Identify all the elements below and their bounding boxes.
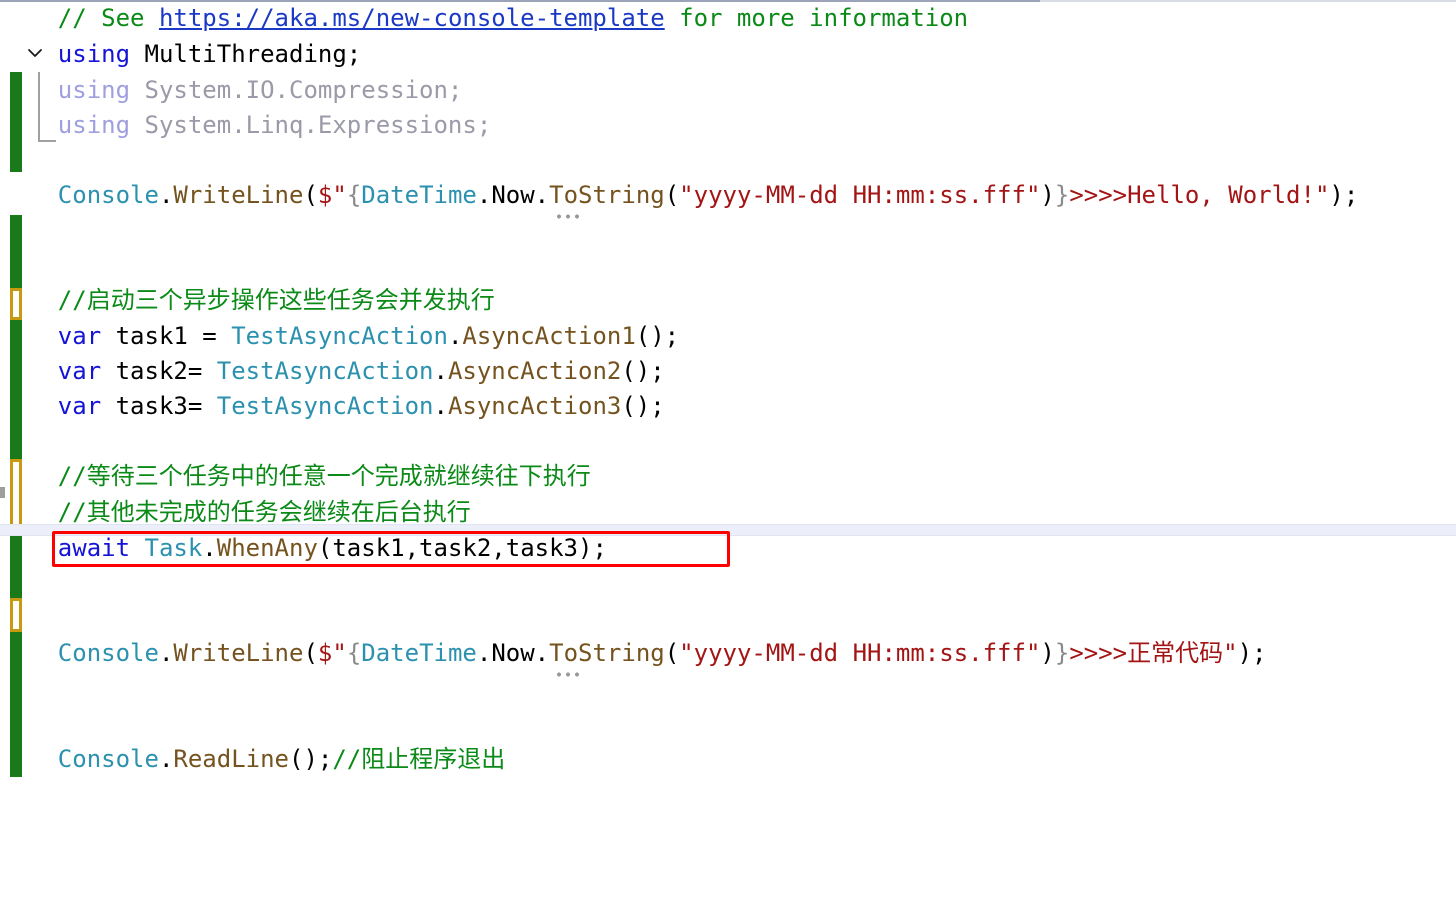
code-token: using (0, 40, 145, 68)
code-token: AsyncAction1 (462, 322, 636, 350)
code-token: // See (0, 4, 159, 32)
code-token: for more information (664, 4, 969, 32)
code-token: ); (1329, 181, 1359, 209)
code-token: AsyncAction3 (447, 392, 622, 420)
code-token: //等待三个任务中的任意一个完成就继续往下执行 (0, 462, 591, 490)
code-token: $" (317, 639, 347, 667)
code-token: task2= (115, 357, 217, 385)
code-token: System.IO.Compression; (144, 76, 463, 104)
line-comment-background[interactable]: //其他未完成的任务会继续在后台执行 (0, 494, 1456, 530)
code-token: WriteLine (173, 639, 304, 667)
code-editor-surface[interactable]: // See https://aka.ms/new-console-templa… (0, 0, 1456, 897)
code-token: "yyyy-MM-dd HH:mm:ss.fff" (679, 639, 1041, 667)
code-token: Now (491, 639, 535, 667)
code-token: (); (621, 392, 665, 420)
code-token: Console (0, 181, 159, 209)
code-token: task1 = (115, 322, 232, 350)
code-token: . (534, 181, 550, 209)
quick-actions-dots-icon[interactable] (556, 672, 580, 677)
code-token: //阻止程序退出 (332, 745, 506, 773)
code-token: ) (1040, 181, 1055, 209)
code-token: . (433, 357, 448, 385)
code-token: . (476, 181, 492, 209)
code-token: ( (664, 181, 680, 209)
code-token: //其他未完成的任务会继续在后台执行 (0, 498, 471, 526)
code-token: DateTime (361, 639, 477, 667)
code-token: task3= (115, 392, 217, 420)
code-token: . (476, 639, 492, 667)
code-token: ( (303, 181, 318, 209)
code-token: } (1054, 639, 1070, 667)
code-token: (); (635, 322, 680, 350)
unsaved-change-marker (10, 598, 22, 632)
code-token: Now (491, 181, 535, 209)
line-comment-see[interactable]: // See https://aka.ms/new-console-templa… (0, 0, 1456, 36)
code-token: . (158, 181, 174, 209)
code-token: https://aka.ms/new-console-template (158, 4, 665, 32)
code-token: } (1054, 181, 1070, 209)
line-comment-wait-any[interactable]: //等待三个任务中的任意一个完成就继续往下执行 (0, 458, 1456, 494)
code-token: ToString (549, 181, 665, 209)
code-token: ToString (549, 639, 665, 667)
code-token: ); (1237, 639, 1267, 667)
code-token: Console (0, 639, 159, 667)
code-token: >>>>Hello, World!" (1069, 181, 1330, 209)
line-writeline-hello[interactable]: Console.WriteLine($"{DateTime.Now.ToStri… (0, 177, 1456, 213)
code-token: TestAsyncAction (216, 392, 434, 420)
code-token: { (346, 181, 362, 209)
code-token: (); (289, 745, 333, 773)
quick-actions-dots-icon[interactable] (556, 214, 580, 219)
code-token: var (0, 392, 116, 420)
red-annotation-rectangle (52, 531, 730, 567)
code-token: System.Linq.Expressions; (144, 111, 492, 139)
code-token: "yyyy-MM-dd HH:mm:ss.fff" (679, 181, 1041, 209)
code-token: MultiThreading; (144, 40, 362, 68)
line-task3[interactable]: var task3= TestAsyncAction.AsyncAction3(… (0, 388, 1456, 424)
line-comment-start-three[interactable]: //启动三个异步操作这些任务会并发执行 (0, 282, 1456, 318)
code-token: var (0, 322, 116, 350)
code-token: . (158, 639, 174, 667)
code-token: ) (1040, 639, 1055, 667)
line-task2[interactable]: var task2= TestAsyncAction.AsyncAction2(… (0, 353, 1456, 389)
line-using-linq[interactable]: using System.Linq.Expressions; (0, 107, 1456, 143)
code-token: WriteLine (173, 181, 304, 209)
line-writeline-normal[interactable]: Console.WriteLine($"{DateTime.Now.ToStri… (0, 635, 1456, 671)
line-using-compression[interactable]: using System.IO.Compression; (0, 72, 1456, 108)
line-task1[interactable]: var task1 = TestAsyncAction.AsyncAction1… (0, 318, 1456, 354)
code-token: { (346, 639, 362, 667)
code-token: //启动三个异步操作这些任务会并发执行 (0, 286, 495, 314)
line-using-multithreading[interactable]: using MultiThreading; (0, 36, 1456, 72)
code-token: DateTime (361, 181, 477, 209)
code-token: . (158, 745, 174, 773)
code-token: using (0, 76, 145, 104)
code-token: TestAsyncAction (216, 357, 434, 385)
code-token: Console (0, 745, 159, 773)
code-token: ( (664, 639, 680, 667)
code-token: var (0, 357, 116, 385)
code-token: ReadLine (173, 745, 289, 773)
code-token: ( (303, 639, 318, 667)
code-token: . (433, 392, 448, 420)
code-token: >>>>正常代码" (1069, 639, 1238, 667)
line-readline[interactable]: Console.ReadLine();//阻止程序退出 (0, 741, 1456, 777)
code-token: $" (317, 181, 347, 209)
code-token: AsyncAction2 (447, 357, 622, 385)
code-token: TestAsyncAction (231, 322, 448, 350)
code-token: (); (621, 357, 665, 385)
code-token: using (0, 111, 145, 139)
saved-change-marker (10, 215, 22, 288)
code-token: . (447, 322, 463, 350)
code-token: . (534, 639, 550, 667)
